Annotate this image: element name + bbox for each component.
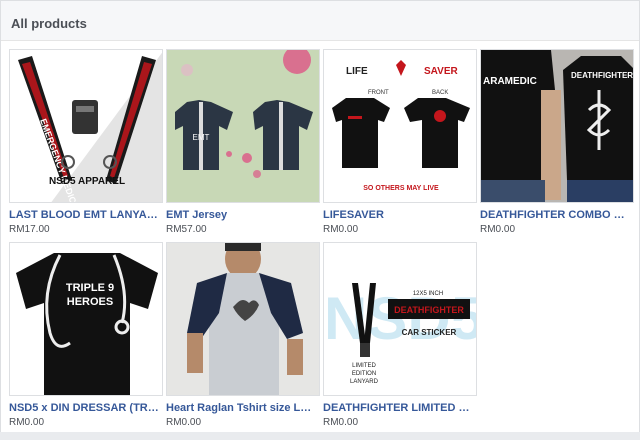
lifesaver-front-label: FRONT: [368, 90, 389, 96]
sticker-limited-2: EDITION: [352, 371, 376, 377]
product-card[interactable]: NSD5 12X5 INCH DEATHFIGHTER CAR STICKER …: [323, 242, 477, 428]
product-price: RM0.00: [323, 224, 359, 235]
product-thumbnail[interactable]: EMERGENCY MEDICAL TEAM EMT NSD5 APPAREL: [9, 49, 163, 203]
product-price: RM0.00: [9, 417, 45, 428]
sticker-label: CAR STICKER: [402, 328, 457, 337]
products-panel: All products EMERGENCY MEDICAL TEAM EMT: [0, 0, 640, 440]
lifesaver-title-right: SAVER: [424, 66, 458, 77]
product-thumbnail[interactable]: NSD5 12X5 INCH DEATHFIGHTER CAR STICKER …: [323, 242, 477, 396]
product-card[interactable]: LIFE SAVER FRONT BACK SO OTHERS MAY LIVE…: [323, 49, 477, 235]
combo-right-text: DEATHFIGHTER: [571, 71, 633, 80]
page-bottom-divider: [0, 432, 640, 440]
product-card[interactable]: ARAMEDIC DEATHFIGHTER DEATHFIGHTER COMBO…: [480, 49, 634, 235]
product-price: RM0.00: [480, 224, 516, 235]
product-price: RM0.00: [166, 417, 202, 428]
lanyard-brand-text: NSD5 APPAREL: [49, 176, 125, 187]
lanyard-strap-text-right: EMT: [120, 58, 140, 68]
product-name[interactable]: LAST BLOOD EMT LANYARD: [9, 209, 159, 221]
product-name[interactable]: EMT Jersey: [166, 209, 316, 221]
product-thumbnail[interactable]: ARAMEDIC DEATHFIGHTER: [480, 49, 634, 203]
jersey-label: EMT: [193, 133, 210, 142]
product-name[interactable]: Heart Raglan Tshirt size Large: [166, 402, 316, 414]
product-thumbnail[interactable]: [166, 242, 320, 396]
section-title: All products: [11, 16, 87, 31]
sticker-brand: DEATHFIGHTER: [394, 305, 464, 315]
product-name[interactable]: NSD5 x DIN DRESSAR (TRIPLE 9...: [9, 402, 159, 414]
combo-left-text: ARAMEDIC: [483, 76, 537, 87]
product-thumbnail[interactable]: EMT: [166, 49, 320, 203]
product-card[interactable]: Heart Raglan Tshirt size Large RM0.00: [166, 242, 320, 428]
product-name[interactable]: DEATHFIGHTER COMBO PACK: [480, 209, 630, 221]
triple9-text-1: TRIPLE 9: [66, 282, 114, 294]
product-price: RM17.00: [9, 224, 50, 235]
product-card[interactable]: TRIPLE 9 HEROES NSD5 x DIN DRESSAR (TRIP…: [9, 242, 163, 428]
product-card[interactable]: EMT EMT Jersey RM57.00: [166, 49, 320, 235]
product-price: RM0.00: [323, 417, 359, 428]
section-header: All products: [1, 1, 639, 41]
sticker-size: 12X5 INCH: [413, 291, 443, 297]
product-thumbnail[interactable]: TRIPLE 9 HEROES: [9, 242, 163, 396]
product-price: RM57.00: [166, 224, 207, 235]
sticker-limited-3: LANYARD: [350, 379, 379, 385]
product-name[interactable]: DEATHFIGHTER LIMITED EDITION...: [323, 402, 473, 414]
triple9-text-2: HEROES: [67, 296, 113, 308]
lifesaver-tagline: SO OTHERS MAY LIVE: [363, 185, 439, 192]
lifesaver-back-label: BACK: [432, 90, 448, 96]
product-card[interactable]: EMERGENCY MEDICAL TEAM EMT NSD5 APPAREL …: [9, 49, 163, 235]
lifesaver-title-left: LIFE: [346, 66, 368, 77]
sticker-limited-1: LIMITED: [352, 363, 376, 369]
product-name[interactable]: LIFESAVER: [323, 209, 473, 221]
product-thumbnail[interactable]: LIFE SAVER FRONT BACK SO OTHERS MAY LIVE: [323, 49, 477, 203]
